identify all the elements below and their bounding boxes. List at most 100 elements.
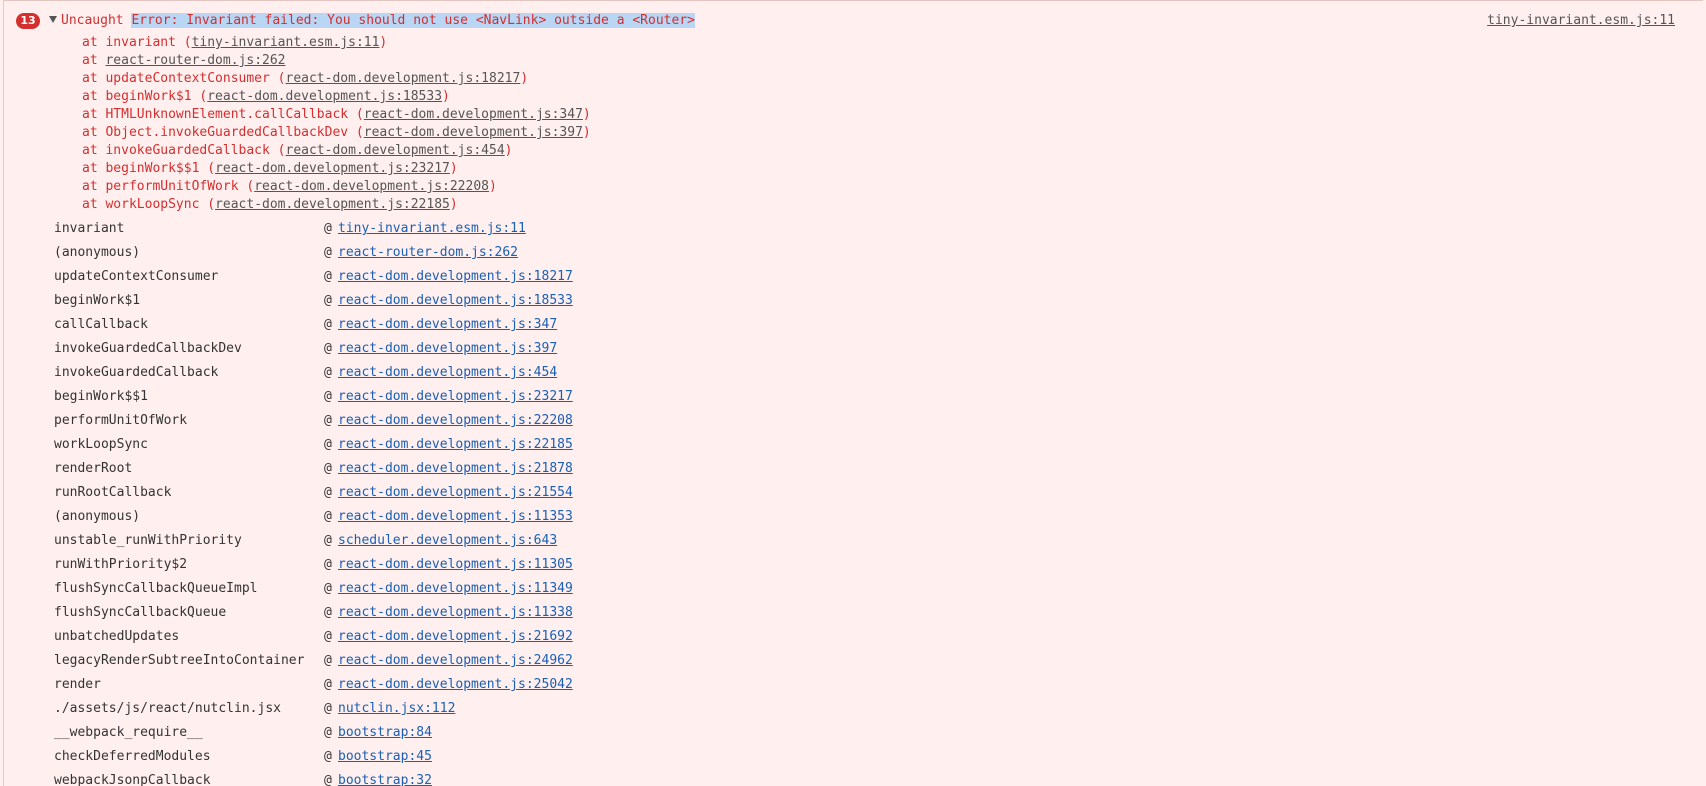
stack-line-text: at (82, 53, 106, 68)
frame-source-link[interactable]: bootstrap:84 (338, 721, 432, 745)
frame-at-sign: @ (324, 413, 332, 428)
frame-function-name: renderRoot (54, 461, 133, 476)
frame-function-name: invokeGuardedCallbackDev (54, 341, 242, 356)
frame-source-link[interactable]: react-dom.development.js:454 (338, 361, 557, 385)
frame-at-sign: @ (324, 605, 332, 620)
stack-frame-row: flushSyncCallbackQueue @ react-dom.develop… (4, 601, 1703, 625)
frame-source-link[interactable]: react-router-dom.js:262 (338, 241, 518, 265)
stack-line-location-link[interactable]: tiny-invariant.esm.js:11 (192, 35, 380, 50)
stack-line-location-link[interactable]: react-dom.development.js:18217 (286, 71, 521, 86)
stack-line-location-link[interactable]: react-dom.development.js:454 (286, 143, 505, 158)
stack-line-text: at beginWork$$1 ( (82, 161, 216, 176)
frame-at-sign: @ (324, 221, 332, 236)
stack-line-text: at updateContextConsumer ( (82, 71, 286, 86)
stack-line-text: at beginWork$1 ( (82, 89, 208, 104)
error-source-link[interactable]: tiny-invariant.esm.js:11 (1487, 12, 1675, 30)
stack-line-text: at invokeGuardedCallback ( (82, 143, 286, 158)
frame-function-name: invariant (54, 221, 125, 236)
frame-source-link[interactable]: react-dom.development.js:347 (338, 313, 557, 337)
error-headline: Uncaught Error: Invariant failed: You sh… (61, 12, 695, 30)
error-count-badge: 13 (16, 13, 40, 29)
frame-function-name: invokeGuardedCallback (54, 365, 219, 380)
frame-source-link[interactable]: react-dom.development.js:21692 (338, 625, 573, 649)
call-stack-frames: invariant @ tiny-invariant.esm.js:11 (anony… (4, 217, 1703, 786)
stack-line-text: at workLoopSync ( (82, 197, 216, 212)
frame-source-link[interactable]: react-dom.development.js:22185 (338, 433, 573, 457)
stack-frame-row: workLoopSync @ react-dom.development.js:22… (4, 433, 1703, 457)
stack-line-text: at Object.invokeGuardedCallbackDev ( (82, 125, 364, 140)
frame-source-link[interactable]: bootstrap:32 (338, 769, 432, 786)
stack-line-location-link[interactable]: react-router-dom.js:262 (105, 53, 285, 68)
frame-source-link[interactable]: react-dom.development.js:11353 (338, 505, 573, 529)
frame-at-sign: @ (324, 365, 332, 380)
frame-source-link[interactable]: react-dom.development.js:18533 (338, 289, 573, 313)
stack-line-end: ) (582, 125, 591, 140)
frame-source-link[interactable]: react-dom.development.js:22208 (338, 409, 573, 433)
frame-at-sign: @ (324, 485, 332, 500)
stack-line-location-link[interactable]: react-dom.development.js:23217 (215, 161, 450, 176)
frame-function-name: checkDeferredModules (54, 749, 211, 764)
stack-line-text: at performUnitOfWork ( (82, 179, 255, 194)
stack-frame-row: render @ react-dom.development.js:25042 (4, 673, 1703, 697)
stack-line: at workLoopSync (react-dom.development.j… (4, 196, 1703, 214)
frame-source-link[interactable]: react-dom.development.js:397 (338, 337, 557, 361)
frame-source-link[interactable]: nutclin.jsx:112 (338, 697, 455, 721)
stack-line: at react-router-dom.js:262 (4, 52, 1703, 70)
frame-at-sign: @ (324, 341, 332, 356)
frame-at-sign: @ (324, 461, 332, 476)
stack-frame-row: beginWork$1 @ react-dom.development.js:185… (4, 289, 1703, 313)
frame-function-name: updateContextConsumer (54, 269, 219, 284)
frame-at-sign: @ (324, 389, 332, 404)
error-prefix: Uncaught (61, 13, 132, 28)
frame-source-link[interactable]: react-dom.development.js:11349 (338, 577, 573, 601)
frame-function-name: unstable_runWithPriority (54, 533, 242, 548)
stack-line-end: ) (442, 89, 450, 104)
frame-at-sign: @ (324, 509, 332, 524)
frame-source-link[interactable]: bootstrap:45 (338, 745, 432, 769)
frame-source-link[interactable]: react-dom.development.js:23217 (338, 385, 573, 409)
stack-line-location-link[interactable]: react-dom.development.js:397 (364, 125, 583, 140)
frame-function-name: runWithPriority$2 (54, 557, 188, 572)
stack-line-text: at HTMLUnknownElement.callCallback ( (82, 107, 364, 122)
frame-source-link[interactable]: react-dom.development.js:18217 (338, 265, 573, 289)
frame-at-sign: @ (324, 773, 332, 786)
frame-function-name: legacyRenderSubtreeIntoContainer (54, 653, 305, 668)
stack-line: at invokeGuardedCallback (react-dom.deve… (4, 142, 1703, 160)
stack-line-location-link[interactable]: react-dom.development.js:347 (364, 107, 583, 122)
expand-triangle-icon[interactable] (49, 16, 57, 23)
error-header[interactable]: 13 Uncaught Error: Invariant failed: You… (4, 12, 1703, 34)
stack-line-location-link[interactable]: react-dom.development.js:18533 (207, 89, 442, 104)
stack-line-location-link[interactable]: react-dom.development.js:22208 (254, 179, 489, 194)
stack-frame-row: unbatchedUpdates @ react-dom.development.j… (4, 625, 1703, 649)
frame-at-sign: @ (324, 293, 332, 308)
stack-frame-row: runWithPriority$2 @ react-dom.development.… (4, 553, 1703, 577)
stack-frame-row: invokeGuardedCallback @ react-dom.developm… (4, 361, 1703, 385)
stack-line-location-link[interactable]: react-dom.development.js:22185 (215, 197, 450, 212)
stack-trace: at invariant (tiny-invariant.esm.js:11) a… (4, 34, 1703, 214)
frame-source-link[interactable]: scheduler.development.js:643 (338, 529, 557, 553)
frame-function-name: callCallback (54, 317, 148, 332)
stack-frame-row: callCallback @ react-dom.development.js:34… (4, 313, 1703, 337)
frame-at-sign: @ (324, 533, 332, 548)
stack-line-end: ) (449, 197, 458, 212)
stack-frame-row: unstable_runWithPriority @ scheduler.devel… (4, 529, 1703, 553)
stack-line: at performUnitOfWork (react-dom.developm… (4, 178, 1703, 196)
stack-line: at Object.invokeGuardedCallbackDev (reac… (4, 124, 1703, 142)
frame-function-name: runRootCallback (54, 485, 172, 500)
frame-function-name: performUnitOfWork (54, 413, 188, 428)
stack-line: at beginWork$1 (react-dom.development.js… (4, 88, 1703, 106)
stack-frame-row: checkDeferredModules @ bootstrap:45 (4, 745, 1703, 769)
frame-source-link[interactable]: react-dom.development.js:21878 (338, 457, 573, 481)
stack-line: at HTMLUnknownElement.callCallback (reac… (4, 106, 1703, 124)
frame-at-sign: @ (324, 701, 332, 716)
frame-source-link[interactable]: react-dom.development.js:11305 (338, 553, 573, 577)
stack-line: at beginWork$$1 (react-dom.development.j… (4, 160, 1703, 178)
stack-line: at invariant (tiny-invariant.esm.js:11) (4, 34, 1703, 52)
stack-frame-row: webpackJsonpCallback @ bootstrap:32 (4, 769, 1703, 786)
frame-source-link[interactable]: react-dom.development.js:24962 (338, 649, 573, 673)
frame-source-link[interactable]: tiny-invariant.esm.js:11 (338, 217, 526, 241)
frame-source-link[interactable]: react-dom.development.js:11338 (338, 601, 573, 625)
frame-source-link[interactable]: react-dom.development.js:21554 (338, 481, 573, 505)
stack-line-text: at invariant ( (82, 35, 192, 50)
frame-source-link[interactable]: react-dom.development.js:25042 (338, 673, 573, 697)
